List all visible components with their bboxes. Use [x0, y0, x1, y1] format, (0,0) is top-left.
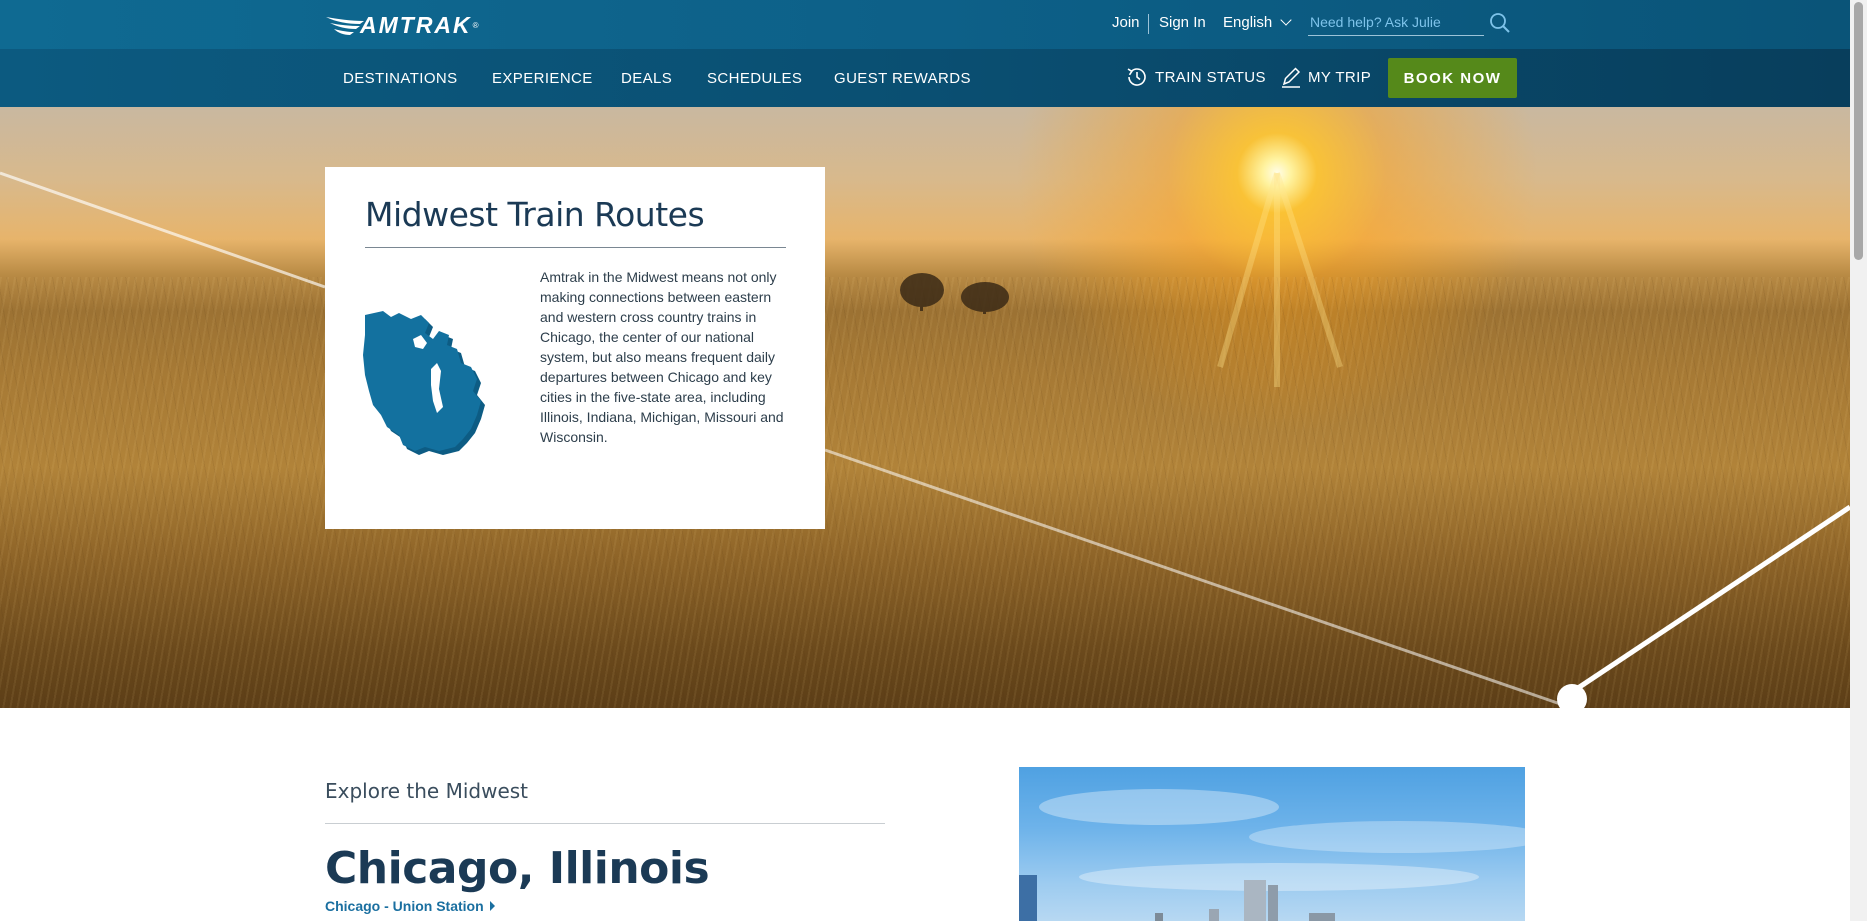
nav-schedules[interactable]: SCHEDULES: [707, 70, 802, 87]
registered-mark: ®: [472, 21, 479, 30]
main-navigation: DESTINATIONS EXPERIENCE DEALS SCHEDULES …: [0, 49, 1850, 107]
city-title: Chicago, Illinois: [325, 843, 710, 894]
station-link-label: Chicago - Union Station: [325, 898, 484, 914]
nav-guest-rewards[interactable]: GUEST REWARDS: [834, 70, 971, 87]
midwest-routes-card: Midwest Train Routes Amtrak in the Midwe…: [325, 167, 825, 529]
sign-in-link[interactable]: Sign In: [1159, 14, 1206, 31]
page-scrollbar[interactable]: [1850, 0, 1867, 921]
ask-julie-search-input[interactable]: [1308, 10, 1484, 34]
union-station-link[interactable]: Chicago - Union Station: [325, 898, 495, 914]
hero-banner: Midwest Train Routes Amtrak in the Midwe…: [0, 107, 1850, 708]
nav-destinations[interactable]: DESTINATIONS: [343, 70, 458, 87]
train-status-label: TRAIN STATUS: [1155, 68, 1266, 86]
utility-divider: [1148, 14, 1149, 34]
search-field-wrapper: [1308, 10, 1484, 36]
language-label: English: [1223, 14, 1273, 31]
skyline-illustration: [1019, 789, 1525, 921]
join-link[interactable]: Join: [1112, 14, 1140, 31]
amtrak-logo[interactable]: AMTRAK ®: [324, 12, 479, 39]
tree-silhouettes: [900, 273, 1009, 314]
amtrak-wordmark: AMTRAK: [360, 12, 472, 38]
my-trip-label: MY TRIP: [1308, 68, 1372, 86]
caret-right-icon: [489, 901, 495, 911]
title-divider: [365, 247, 786, 248]
search-icon[interactable]: [1489, 12, 1511, 34]
sun-rays: [1217, 172, 1343, 387]
train-status-link[interactable]: TRAIN STATUS: [1125, 65, 1266, 89]
book-now-button[interactable]: BOOK NOW: [1388, 58, 1517, 98]
scrollbar-thumb[interactable]: [1854, 2, 1863, 260]
nav-experience[interactable]: EXPERIENCE: [492, 70, 593, 87]
clock-history-icon: [1127, 68, 1146, 86]
nav-deals[interactable]: DEALS: [621, 70, 672, 87]
chevron-down-icon: [1280, 14, 1292, 26]
explore-divider: [325, 823, 885, 824]
midwest-states-map-icon: [363, 311, 485, 455]
utility-bar: AMTRAK ® Join Sign In English: [0, 0, 1850, 49]
page-title: Midwest Train Routes: [365, 195, 705, 234]
chicago-skyline-image: [1019, 767, 1525, 921]
pencil-icon: [1282, 67, 1301, 88]
explore-heading: Explore the Midwest: [325, 779, 529, 803]
language-selector[interactable]: English: [1223, 14, 1292, 31]
region-description: Amtrak in the Midwest means not only mak…: [540, 269, 784, 445]
my-trip-link[interactable]: MY TRIP: [1280, 65, 1371, 89]
hero-route-lines: [0, 171, 1850, 708]
